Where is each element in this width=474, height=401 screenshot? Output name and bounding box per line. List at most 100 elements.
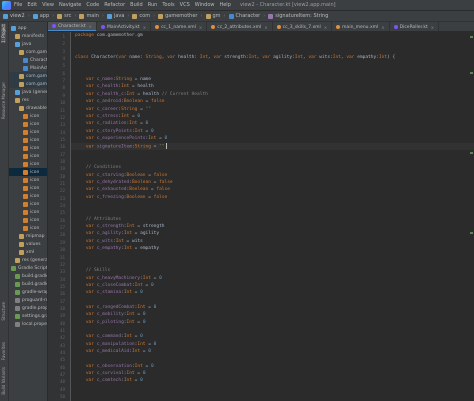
project-tree-item[interactable]: icon xyxy=(9,200,47,208)
menu-view[interactable]: View xyxy=(42,2,54,8)
close-icon[interactable]: × xyxy=(431,25,434,30)
code-line: var c_comtech:Int = 0 xyxy=(85,378,143,384)
project-tree-item[interactable]: drawable xyxy=(9,104,47,112)
menu-navigate[interactable]: Navigate xyxy=(59,2,81,8)
menu-tools[interactable]: Tools xyxy=(162,2,174,8)
breadcrumb-item[interactable]: view2 xyxy=(3,13,25,19)
tab-diceroller-kt[interactable]: DiceRoller.kt × xyxy=(390,22,440,31)
project-tree-item[interactable]: manifests xyxy=(9,32,47,40)
tool-window-structure[interactable]: Structure xyxy=(1,302,6,321)
menu-file[interactable]: File xyxy=(14,2,22,8)
scrollbar-marker[interactable] xyxy=(470,72,473,74)
project-tree-item[interactable]: mipmap xyxy=(9,232,47,240)
code-editor[interactable]: package com.gamemother.gm class Character… xyxy=(71,32,474,401)
project-tree-item[interactable]: icon xyxy=(9,224,47,232)
project-tree-item[interactable]: icon xyxy=(9,160,47,168)
menu-refactor[interactable]: Refactor xyxy=(104,2,125,8)
project-tree-item[interactable]: icon xyxy=(9,168,47,176)
scrollbar-marker[interactable] xyxy=(470,152,473,154)
project-tree-item[interactable]: build.gradle xyxy=(9,272,47,280)
tool-window-resource-manager[interactable]: Resource Manager xyxy=(1,82,6,119)
project-tree-item[interactable]: gradle.properties xyxy=(9,304,47,312)
breadcrumb-items: view2 › app › src › main › java › com › gamemother › g… xyxy=(0,13,328,19)
project-tree-item[interactable]: com.gamemother xyxy=(9,80,47,88)
breadcrumb-item[interactable]: gamemother xyxy=(158,13,198,19)
project-tree-item[interactable]: java (generated) xyxy=(9,88,47,96)
line-number-gutter[interactable]: 1 2 3 4 5 6 7 8 9 10 11 12 13 14 15 16 17 18 19 20 21 22 23 24 2… xyxy=(48,32,82,401)
project-tree-item[interactable]: com.gamemother xyxy=(9,72,47,80)
line-number: 7 xyxy=(62,78,65,84)
close-icon[interactable]: × xyxy=(324,25,327,30)
breadcrumb-item[interactable]: src xyxy=(57,13,71,19)
breadcrumb-item[interactable]: com xyxy=(132,13,150,19)
close-icon[interactable]: × xyxy=(143,25,146,30)
project-tree-item[interactable]: res xyxy=(9,96,47,104)
project-tree-item[interactable]: icon xyxy=(9,144,47,152)
scrollbar-marker[interactable] xyxy=(470,36,473,38)
line-number: 29 xyxy=(59,239,65,245)
kotlin-file-icon xyxy=(100,25,105,29)
tab-cc-2-attributes-xml[interactable]: cc_2_attributes.xml × xyxy=(207,22,273,31)
file-icon xyxy=(15,313,20,319)
menu-code[interactable]: Code xyxy=(86,2,99,8)
close-icon[interactable]: × xyxy=(199,25,202,30)
tab-main-menu-xml[interactable]: main_menu.xml × xyxy=(332,22,390,31)
project-tree-item[interactable]: icon xyxy=(9,128,47,136)
breadcrumb-item[interactable]: app xyxy=(32,13,49,19)
line-number: 21 xyxy=(59,181,65,186)
project-tree-item[interactable]: proguard-rules xyxy=(9,296,47,304)
project-tree-item[interactable]: icon xyxy=(9,120,47,128)
tab-character-kt[interactable]: Character.kt × xyxy=(48,22,97,31)
project-tree-item[interactable]: icon xyxy=(9,152,47,160)
project-tree-item[interactable]: com.gamemother xyxy=(9,48,47,56)
menu-help[interactable]: Help xyxy=(219,2,230,8)
tab-cc-1-name-xml[interactable]: cc_1_name.xml × xyxy=(151,22,208,31)
tool-window-build-variants[interactable]: Build Variants xyxy=(1,367,6,395)
tab-mainactivity-kt[interactable]: MainActivity.kt × xyxy=(97,22,152,31)
project-tree-item[interactable]: Gradle Scripts xyxy=(9,264,48,272)
file-icon xyxy=(15,305,20,311)
scrollbar-marker[interactable] xyxy=(470,232,473,234)
project-tree-item[interactable]: java xyxy=(9,40,47,48)
project-tree-item[interactable]: xml xyxy=(9,248,47,256)
project-tree-item[interactable]: icon xyxy=(9,184,47,192)
breadcrumb-item[interactable]: main xyxy=(79,13,99,19)
project-tree-item[interactable]: settings.gradle xyxy=(9,312,47,320)
breadcrumb-item[interactable]: signatureItem: String xyxy=(268,13,328,19)
project-tree-item[interactable]: gradle-wrapper xyxy=(9,288,47,296)
tree-item-label: Gradle Scripts xyxy=(18,265,48,271)
project-tree-item[interactable]: icon xyxy=(9,176,47,184)
menu-build[interactable]: Build xyxy=(130,2,143,8)
project-tree-item[interactable]: values xyxy=(9,240,47,248)
breadcrumb-label: Character xyxy=(235,13,261,19)
tab-cc-3-skills-7-xml[interactable]: cc_3_skills_7.xml × xyxy=(273,22,333,31)
project-tree-item[interactable]: MainActivity xyxy=(9,64,47,72)
project-tree-item[interactable]: app xyxy=(9,24,47,32)
project-tree-item[interactable]: icon xyxy=(9,112,47,120)
project-tree-item[interactable]: Character xyxy=(9,56,47,64)
menu-run[interactable]: Run xyxy=(148,2,158,8)
tree-item-label: icon xyxy=(30,137,40,143)
project-tree-item[interactable]: icon xyxy=(9,136,47,144)
project-tree-item[interactable]: build.gradle xyxy=(9,280,47,288)
tool-window-favorites[interactable]: Favorites xyxy=(1,342,6,360)
breadcrumb-item[interactable]: gm xyxy=(205,13,221,19)
code-line: var c_dehydrated:Boolean = false xyxy=(85,180,173,185)
project-tree-item[interactable]: local.properties xyxy=(9,320,47,328)
menu-vcs[interactable]: VCS xyxy=(180,2,190,8)
project-tree-item[interactable]: res (generated) xyxy=(9,256,47,264)
close-icon[interactable]: × xyxy=(264,25,267,30)
close-icon[interactable]: × xyxy=(381,25,384,30)
code-line: var c_starving:Boolean = false xyxy=(85,172,168,178)
close-icon[interactable]: × xyxy=(89,24,92,29)
breadcrumb-item[interactable]: java xyxy=(106,13,124,19)
tool-window--project[interactable]: 1: Project xyxy=(1,24,6,43)
menu-edit[interactable]: Edit xyxy=(27,2,37,8)
tab-label: Character.kt xyxy=(58,23,86,29)
project-tree-item[interactable]: icon xyxy=(9,208,47,216)
project-tree-item[interactable]: icon xyxy=(9,216,47,224)
menu-window[interactable]: Window xyxy=(195,2,215,8)
tree-item-label: icon xyxy=(30,161,40,167)
breadcrumb-item[interactable]: Character xyxy=(228,13,261,19)
project-tree-item[interactable]: icon xyxy=(9,192,47,200)
